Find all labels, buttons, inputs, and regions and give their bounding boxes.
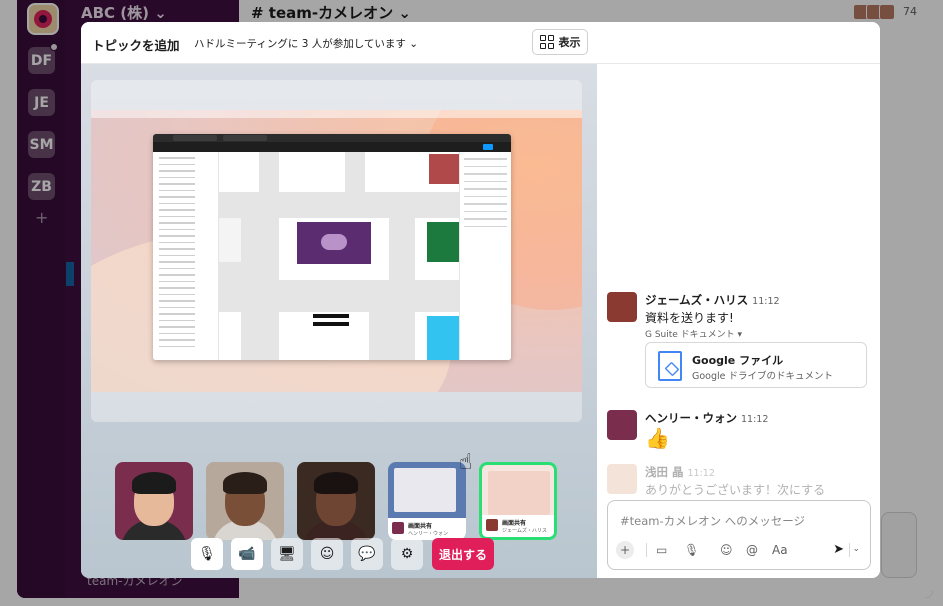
thumbs-up-emoji: 👍 xyxy=(645,426,670,450)
hand-cursor-icon: ☝ xyxy=(459,450,473,475)
screen-share-tile-2[interactable]: 画面共有 ジェームズ・ハリス xyxy=(479,462,557,540)
mention-icon[interactable]: @ xyxy=(746,543,758,557)
participant-tile-2[interactable] xyxy=(206,462,284,540)
screen-share-title: 画面共有 xyxy=(502,520,527,527)
participants-dropdown[interactable]: ハドルミーティングに 3 人が参加しています ⌄ xyxy=(194,36,418,51)
message-author[interactable]: ジェームズ・ハリス 11:12 xyxy=(645,292,780,308)
chat-toggle-button[interactable]: 💬 xyxy=(351,538,383,570)
leave-huddle-button[interactable]: 退出する xyxy=(432,538,494,570)
screen-share-thumbnail xyxy=(488,471,550,515)
emoji-icon[interactable]: ☺ xyxy=(720,543,733,557)
message-author[interactable]: 浅田 晶 11:12 xyxy=(645,464,715,480)
divider xyxy=(849,543,850,557)
file-attachment-card[interactable]: Google ファイル Google ドライブのドキュメント xyxy=(645,342,867,388)
avatar[interactable] xyxy=(607,410,637,440)
microphone-button[interactable]: 🎙 xyxy=(191,538,223,570)
video-icon: 📹 xyxy=(238,546,256,562)
file-type: Google ドライブのドキュメント xyxy=(692,371,834,382)
message-time[interactable]: 11:12 xyxy=(752,296,779,307)
format-button[interactable]: Aa xyxy=(772,543,788,557)
screen-share-title: 画面共有 xyxy=(408,523,433,530)
message-time[interactable]: 11:12 xyxy=(688,468,715,479)
message-item: 浅田 晶 11:12 ありがとうございます！次にする xyxy=(607,464,873,500)
screen-share-owner: ヘンリー・ウォン xyxy=(408,531,449,537)
message-author[interactable]: ヘンリー・ウォン 11:12 xyxy=(645,410,768,426)
view-button-label: 表示 xyxy=(558,36,581,49)
message-text: ありがとうございます！次にする xyxy=(645,483,826,497)
participant-tile-3[interactable] xyxy=(297,462,375,540)
layers-panel xyxy=(153,152,219,360)
avatar xyxy=(392,522,404,534)
grid-icon xyxy=(539,35,554,49)
video-button[interactable]: 📹 xyxy=(231,538,263,570)
mac-menu-bar xyxy=(91,110,582,118)
settings-button[interactable]: ⚙ xyxy=(391,538,423,570)
add-topic-button[interactable]: トピックを追加 xyxy=(92,35,180,54)
shared-screen xyxy=(91,110,582,392)
screen-share-owner: ジェームズ・ハリス xyxy=(502,528,547,534)
screen-share-icon: 🖥 xyxy=(278,546,296,562)
message-composer[interactable]: #team-カメレオン へのメッセージ + ▭ 🎙 ☺ @ Aa ➤ ⌄ xyxy=(607,500,871,570)
microphone-icon: 🎙 xyxy=(198,546,216,562)
huddle-thread-panel: ジェームズ・ハリス 11:12 資料を送ります! G Suite ドキュメント ▾… xyxy=(597,64,880,578)
properties-panel xyxy=(459,152,511,360)
plus-icon[interactable]: + xyxy=(616,541,634,559)
message-input[interactable]: #team-カメレオン へのメッセージ xyxy=(620,513,805,529)
chevron-down-icon[interactable]: ⌄ xyxy=(852,544,860,554)
emoji-icon: ☺ xyxy=(319,546,335,562)
avatar[interactable] xyxy=(607,292,637,322)
message-time[interactable]: 11:12 xyxy=(741,414,768,425)
settings-icon: ⚙ xyxy=(400,546,414,562)
google-drive-file-icon xyxy=(658,351,682,381)
avatar[interactable] xyxy=(607,464,637,494)
message-item: ジェームズ・ハリス 11:12 資料を送ります! G Suite ドキュメント ▾… xyxy=(607,292,873,392)
video-clip-icon[interactable]: ▭ xyxy=(656,543,667,557)
screen-share-label: 画面共有 ジェームズ・ハリス xyxy=(482,515,554,537)
screen-share-label: 画面共有 ヘンリー・ウォン xyxy=(388,518,466,540)
microphone-icon[interactable]: 🎙 xyxy=(684,543,699,557)
screen-share-thumbnail xyxy=(394,468,456,512)
divider xyxy=(646,543,647,557)
message-item: ヘンリー・ウォン 11:12 👍 xyxy=(607,410,873,454)
huddle-stage: 画面共有 ヘンリー・ウォン 画面共有 ジェームズ・ハリス ☝ xyxy=(81,64,597,578)
design-canvas xyxy=(219,152,459,360)
file-name: Google ファイル xyxy=(692,354,784,367)
avatar xyxy=(486,519,498,531)
reaction-button[interactable]: ☺ xyxy=(311,538,343,570)
attachment-header[interactable]: G Suite ドキュメント ▾ xyxy=(645,327,742,340)
chat-icon: 💬 xyxy=(358,546,376,562)
send-icon[interactable]: ➤ xyxy=(833,542,844,557)
message-text: 資料を送ります! xyxy=(645,311,734,325)
view-button[interactable]: 表示 xyxy=(532,29,588,55)
shared-design-app-window xyxy=(153,134,511,360)
huddle-window: トピックを追加 ハドルミーティングに 3 人が参加しています ⌄ 表示 画面共有… xyxy=(81,22,880,578)
screen-share-tile-1[interactable]: 画面共有 ヘンリー・ウォン xyxy=(388,462,466,540)
participant-tile-1[interactable] xyxy=(115,462,193,540)
huddle-header: トピックを追加 ハドルミーティングに 3 人が参加しています ⌄ 表示 xyxy=(81,22,880,64)
screen-share-button[interactable]: 🖥 xyxy=(271,538,303,570)
